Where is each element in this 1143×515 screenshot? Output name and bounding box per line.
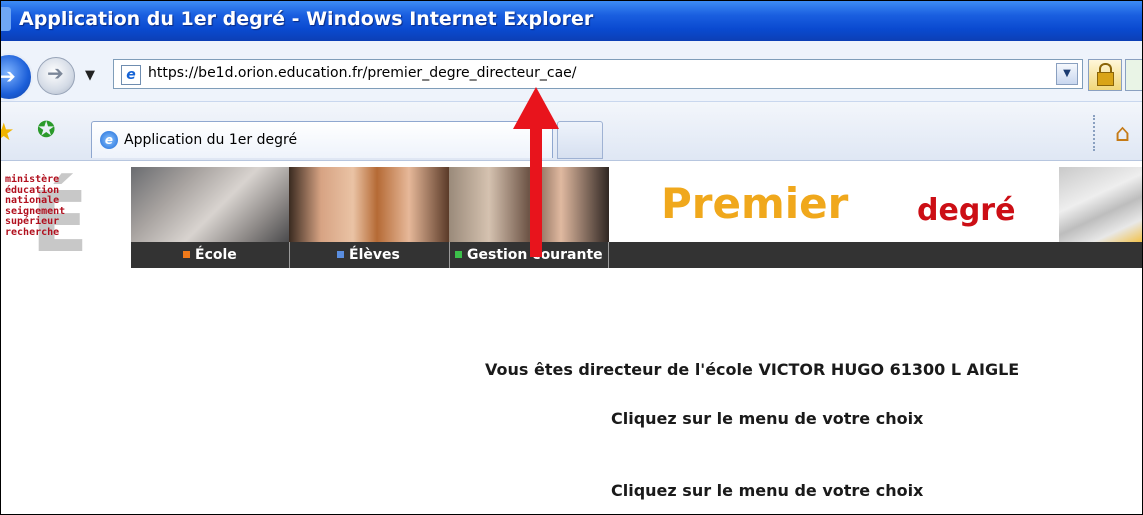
tab-application[interactable]: e Application du 1er degré [91,121,553,158]
menu-ecole[interactable]: École [183,242,237,268]
security-lock-button[interactable] [1088,59,1122,91]
address-dropdown-button[interactable]: ▼ [1056,63,1078,85]
add-favorite-icon[interactable]: ✪ [37,118,55,143]
back-arrow-icon: ➔ [0,64,16,88]
banner-photo-teacher [449,167,609,242]
menu-gestion-courante[interactable]: Gestion courante [455,242,603,268]
ie-tab-icon: e [100,131,118,149]
banner-decoration [1059,167,1142,242]
menu-marker-icon [183,251,190,258]
url-text[interactable]: https://be1d.orion.education.fr/premier_… [148,65,577,81]
instruction-text-repeat: Cliquez sur le menu de votre choix [611,481,924,500]
logo-text: ministère éducation nationale seignement… [5,174,66,238]
banner-photo-children [289,167,449,242]
menu-eleves[interactable]: Élèves [337,242,400,268]
address-bar[interactable]: e https://be1d.orion.education.fr/premie… [113,59,1083,89]
refresh-button[interactable] [1125,59,1142,91]
ie-window-icon [1,7,11,31]
banner-title-degre: degré [917,193,1016,228]
menu-marker-icon [337,251,344,258]
main-menu-bar [131,242,1142,268]
home-icon[interactable]: ⌂ [1115,119,1130,147]
new-tab-button[interactable] [557,121,603,159]
tab-label: Application du 1er degré [124,132,298,148]
ie-page-icon: e [121,65,141,85]
banner-title-premier: Premier [661,179,849,228]
director-info: Vous êtes directeur de l'école VICTOR HU… [485,360,1020,379]
favorites-star-icon[interactable]: ★ [1,118,15,146]
browser-window: Application du 1er degré - Windows Inter… [0,0,1143,515]
toolbar-separator [1093,115,1096,151]
title-bar: Application du 1er degré - Windows Inter… [1,1,1142,41]
history-dropdown-icon[interactable]: ▼ [85,68,95,83]
forward-arrow-icon: ➔ [47,61,64,85]
window-title: Application du 1er degré - Windows Inter… [19,8,594,30]
instruction-text: Cliquez sur le menu de votre choix [611,409,924,428]
menu-marker-icon [455,251,462,258]
banner-photo-playground [131,167,289,242]
ministry-logo: É ministère éducation nationale seigneme… [1,167,131,271]
